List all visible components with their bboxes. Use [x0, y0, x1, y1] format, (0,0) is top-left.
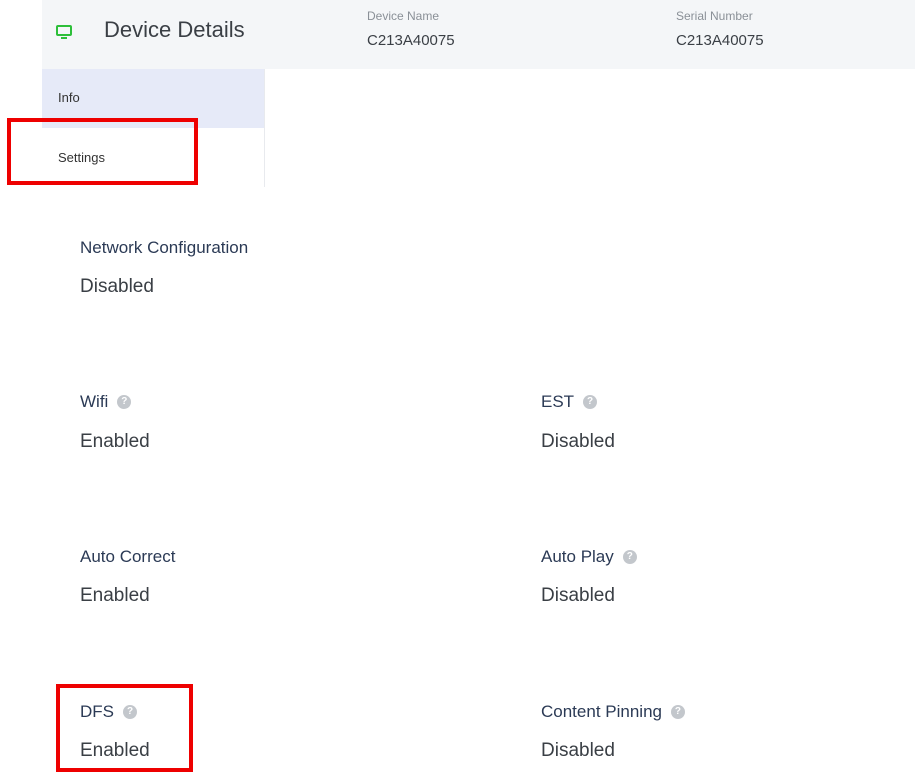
serial-number-value: C213A40075 — [676, 32, 764, 49]
device-name-value: C213A40075 — [367, 32, 455, 49]
monitor-icon — [56, 24, 72, 40]
dfs-value: Enabled — [80, 740, 150, 761]
auto-correct-label: Auto Correct — [80, 547, 176, 566]
tab-info-label: Info — [58, 90, 80, 105]
network-configuration-value: Disabled — [80, 276, 154, 297]
wifi-help-icon[interactable]: ? — [117, 395, 132, 409]
dfs-help-icon[interactable]: ? — [123, 705, 137, 719]
est-help-icon[interactable]: ? — [583, 395, 598, 409]
content-pinning-value: Disabled — [541, 740, 615, 761]
serial-number-label: Serial Number — [676, 9, 753, 23]
side-nav: Info Settings — [42, 69, 265, 187]
device-name-label: Device Name — [367, 9, 440, 23]
page-title: Device Details — [104, 17, 245, 42]
auto-play-value: Disabled — [541, 585, 615, 606]
tab-info[interactable]: Info — [42, 69, 264, 128]
wifi-label: Wifi ? — [80, 392, 132, 412]
content-pinning-label: Content Pinning ? — [541, 702, 685, 722]
wifi-value: Enabled — [80, 431, 150, 452]
tab-settings[interactable]: Settings — [42, 129, 264, 188]
auto-play-label: Auto Play ? — [541, 547, 637, 567]
est-value: Disabled — [541, 431, 615, 452]
est-label: EST ? — [541, 392, 598, 412]
auto-play-help-icon[interactable]: ? — [622, 550, 637, 564]
auto-correct-value: Enabled — [80, 585, 150, 606]
content-pinning-help-icon[interactable]: ? — [670, 705, 685, 719]
network-configuration-label: Network Configuration — [80, 238, 249, 257]
dfs-label: DFS ? — [80, 702, 137, 722]
tab-settings-label: Settings — [58, 150, 105, 165]
